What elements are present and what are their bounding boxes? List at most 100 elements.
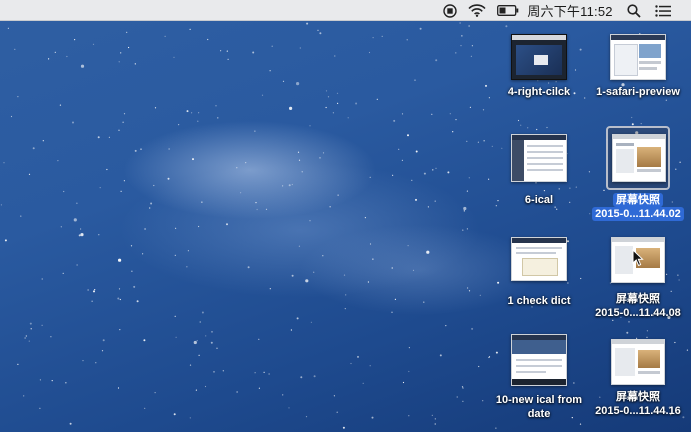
star (174, 315, 176, 317)
star (247, 266, 250, 269)
star (313, 271, 315, 273)
star (265, 208, 268, 210)
battery-icon[interactable] (496, 0, 520, 21)
desktop-icon-screenshot-11-44-08[interactable]: 屏幕快照 2015-0...11.44.08 (583, 234, 691, 320)
star (30, 328, 32, 330)
star (439, 354, 442, 357)
star (24, 337, 26, 339)
star (479, 294, 481, 296)
star (393, 119, 396, 122)
star (117, 297, 120, 300)
star (153, 184, 155, 187)
star (150, 202, 153, 205)
desktop-icon-screenshot-11-44-16[interactable]: 屏幕快照 2015-0...11.44.16 (583, 336, 691, 418)
star (401, 113, 404, 115)
star (154, 392, 156, 394)
star (133, 285, 136, 288)
menubar-clock[interactable]: 周六下午11:52 (527, 0, 613, 21)
star (460, 45, 462, 47)
star (81, 234, 83, 236)
star (412, 269, 415, 271)
star (118, 258, 122, 262)
star (198, 112, 200, 114)
star (401, 159, 403, 161)
star (333, 395, 335, 397)
star (296, 317, 299, 320)
file-thumbnail (509, 234, 569, 282)
star (120, 52, 122, 54)
star (59, 104, 62, 106)
wifi-icon[interactable] (466, 0, 488, 21)
star (175, 336, 177, 338)
star (369, 365, 371, 367)
desktop-icon-screenshot-11-44-02[interactable]: 屏幕快照 2015-0...11.44.02 (583, 126, 691, 221)
star (196, 340, 198, 342)
star (298, 245, 300, 247)
star (408, 415, 410, 417)
star (463, 210, 465, 212)
star (337, 102, 339, 104)
star (462, 400, 464, 402)
star (17, 363, 19, 365)
star (60, 226, 62, 228)
star (118, 61, 120, 63)
star (189, 364, 192, 366)
desktop-icon-10-new-ical-from-date[interactable]: 10-new ical from date (484, 331, 594, 421)
star (205, 335, 207, 337)
file-thumbnail (509, 31, 569, 81)
star (4, 239, 7, 242)
star (325, 90, 328, 92)
menu-bar: 周六下午11:52 (0, 0, 691, 21)
star (447, 171, 450, 174)
star (449, 113, 451, 115)
star (41, 278, 43, 280)
star (369, 176, 371, 178)
star (319, 32, 322, 35)
star (415, 150, 418, 153)
star (134, 149, 137, 152)
star (466, 190, 468, 192)
star (14, 48, 16, 51)
star (32, 147, 35, 150)
star (298, 159, 301, 161)
file-label: 1 check dict (507, 295, 571, 307)
star (144, 228, 147, 230)
desktop-icon-4-right-cilck[interactable]: 4-right-cilck (484, 31, 594, 99)
star (245, 162, 247, 164)
star (39, 379, 42, 381)
star (95, 362, 97, 364)
star (91, 300, 93, 302)
star (191, 112, 193, 114)
star (80, 64, 85, 68)
file-label: 1-safari-preview (596, 86, 680, 98)
star (466, 228, 468, 230)
star (631, 116, 633, 119)
star (463, 206, 467, 211)
star (327, 96, 330, 98)
star (7, 27, 9, 29)
star (227, 58, 229, 61)
star (362, 382, 364, 384)
star (78, 234, 81, 237)
star (336, 411, 338, 413)
star (73, 218, 77, 222)
desktop-icon-1-safari-preview[interactable]: 1-safari-preview (583, 31, 691, 99)
star (434, 200, 436, 202)
star (175, 227, 177, 229)
star (76, 264, 78, 266)
desktop-icon-6-ical[interactable]: 6-ical (484, 131, 594, 207)
star (198, 354, 200, 356)
desktop-icon-1-check-dict[interactable]: 1 check dict (484, 234, 594, 308)
star (62, 272, 64, 274)
star (468, 25, 470, 27)
spotlight-search-icon[interactable] (624, 0, 644, 21)
file-label: 6-ical (524, 194, 554, 206)
notification-center-icon[interactable] (652, 0, 674, 21)
star (201, 201, 203, 203)
record-stop-icon[interactable] (441, 0, 459, 21)
star (269, 288, 271, 290)
star (290, 329, 292, 331)
star (119, 329, 121, 331)
star (381, 35, 383, 38)
star (174, 254, 176, 256)
